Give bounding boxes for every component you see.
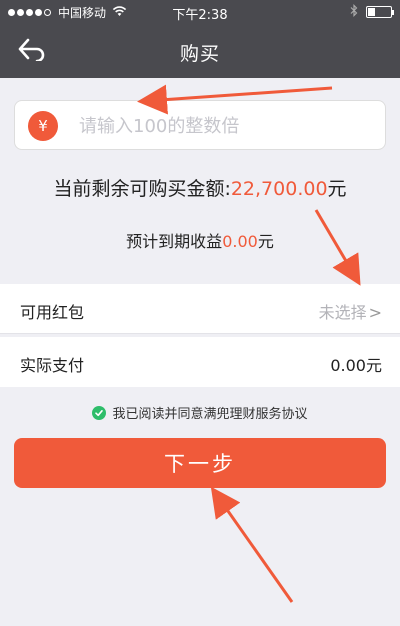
status-right <box>350 4 394 20</box>
chevron-right-icon: > <box>368 303 382 322</box>
yen-icon: ¥ <box>28 111 58 141</box>
remaining-label: 当前剩余可购买金额: <box>53 178 231 200</box>
profit-amount: 0.00 <box>222 232 258 251</box>
expected-profit-line: 预计到期收益0.00元 <box>0 228 400 252</box>
battery-fill <box>368 8 375 16</box>
nav-bar: 购买 <box>0 24 400 78</box>
amount-input[interactable] <box>77 110 377 142</box>
actual-payment-row: 实际支付 0.00元 <box>0 337 400 387</box>
agreement-text[interactable]: 我已阅读并同意满兜理财服务协议 <box>112 403 307 422</box>
next-button[interactable]: 下一步 <box>14 438 386 488</box>
status-time: 下午2:38 <box>172 8 228 23</box>
agreement: 我已阅读并同意满兜理财服务协议 <box>0 403 400 422</box>
red-packet-value: 未选择 <box>318 303 367 322</box>
battery-icon <box>366 6 394 18</box>
arrow-to-next-button <box>210 486 294 603</box>
red-packet-label: 可用红包 <box>20 303 85 322</box>
page-title: 购买 <box>179 43 220 65</box>
red-packet-row[interactable]: 可用红包 未选择 > <box>0 284 400 334</box>
actual-payment-value: 0.00元 <box>330 356 382 375</box>
remaining-amount: 22,700.00 <box>230 178 328 200</box>
status-bar: 中国移动 下午2:38 <box>0 0 400 24</box>
check-icon[interactable] <box>92 405 107 420</box>
red-packet-value-group: 未选择 > <box>319 299 382 323</box>
remaining-amount-line: 当前剩余可购买金额:22,700.00元 <box>0 174 400 201</box>
actual-payment-label: 实际支付 <box>20 356 85 375</box>
remaining-unit: 元 <box>327 178 347 200</box>
profit-label: 预计到期收益 <box>126 232 223 251</box>
amount-field[interactable]: ¥ <box>14 100 386 150</box>
bluetooth-icon <box>350 4 358 20</box>
profit-unit: 元 <box>257 232 274 251</box>
